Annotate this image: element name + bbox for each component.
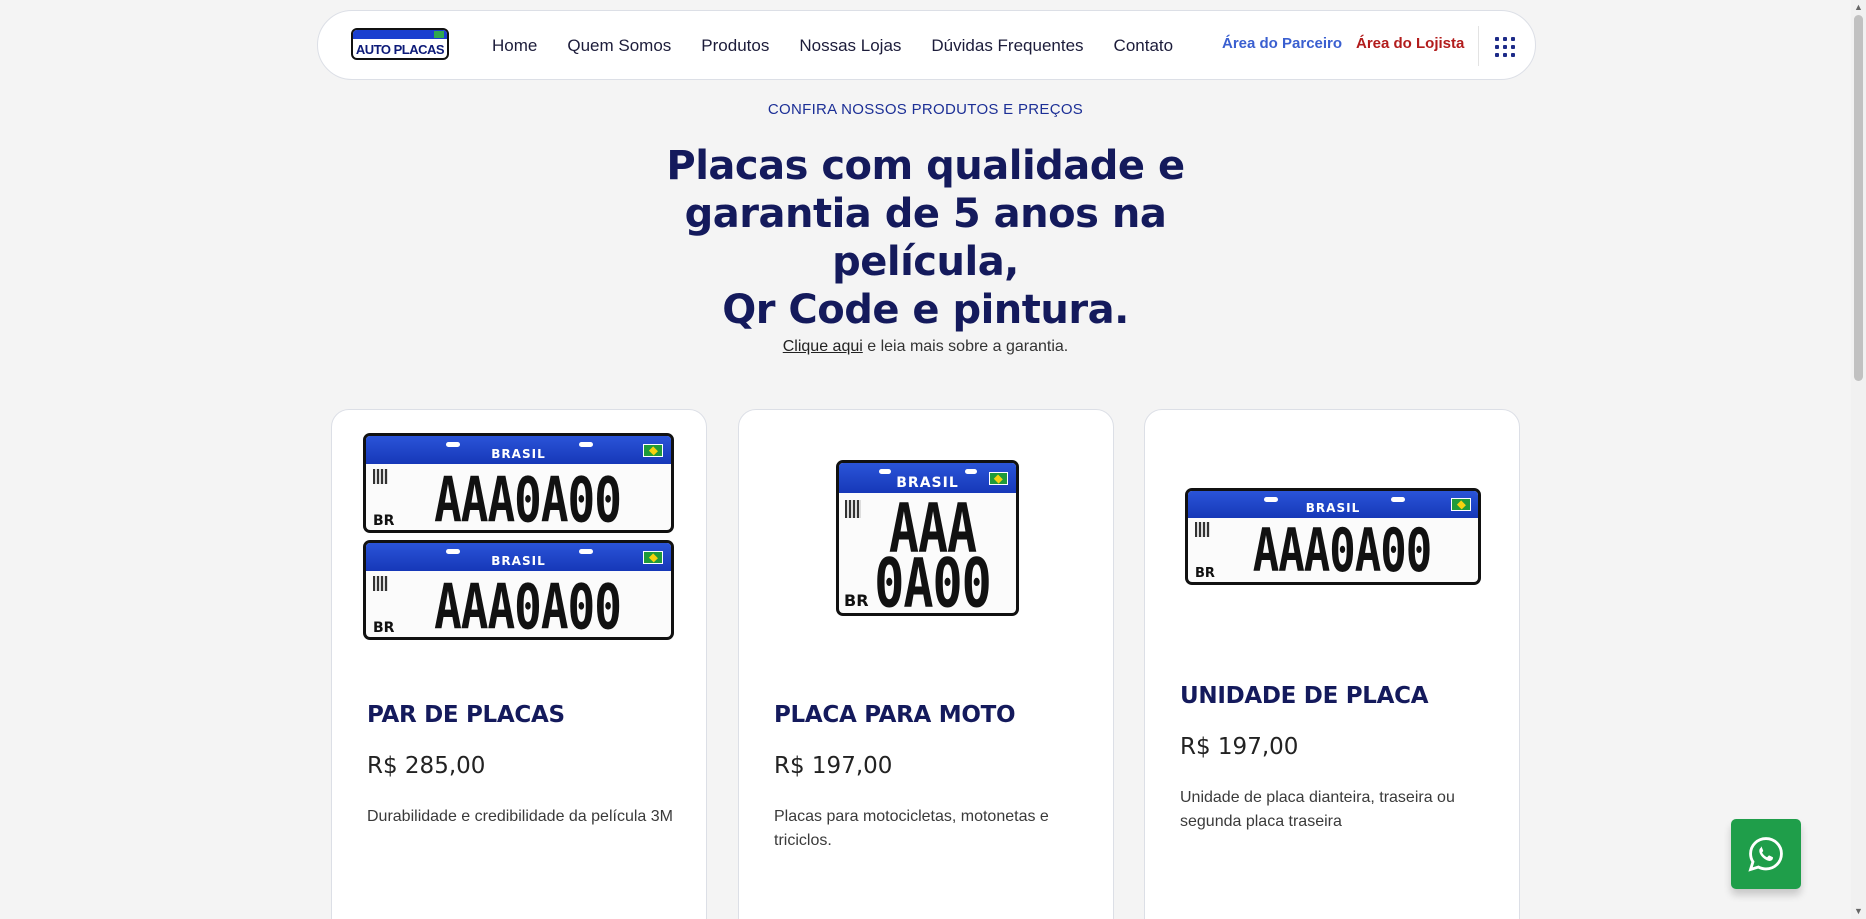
product-description: Placas para motocicletas, motonetas e tr… [774,808,1049,849]
plate-code: AAA0A00 [434,463,622,533]
plate-flag [643,444,663,457]
scroll-down-arrow-icon[interactable]: ▼ [1851,904,1866,919]
page-title: Placas com qualidade e garantia de 5 ano… [600,142,1251,334]
title-line-1: Placas com qualidade e [666,143,1185,189]
product-card-par-de-placas[interactable]: BRASIL BR AAA0A00 BRASIL BR AAA0A00 PAR … [331,409,707,919]
plate-image: BRASIL BR AAA 0A00 [836,460,1019,616]
product-description: Unidade de placa dianteira, traseira ou … [1180,789,1455,830]
plate-country: BRASIL [491,447,546,461]
logo-blue-band [353,30,447,39]
plate-flag [989,472,1008,485]
logo-text: AUTO PLACAS [355,42,445,57]
plate-image: BRASIL BR AAA0A00 [363,540,674,640]
scrollbar-thumb[interactable] [1854,15,1863,381]
product-title: PAR DE PLACAS [367,702,565,728]
product-card-unidade-de-placa[interactable]: BRASIL BR AAA0A00 UNIDADE DE PLACA R$ 19… [1144,409,1520,919]
plate-flag [643,551,663,564]
area-parceiro-link[interactable]: Área do Parceiro [1222,35,1342,52]
navbar: AUTO PLACAS Home Quem Somos Produtos Nos… [317,10,1536,80]
product-price: R$ 197,00 [774,753,893,779]
warranty-link[interactable]: Clique aqui [783,338,863,355]
logo-flag [434,31,444,38]
plate-slot [965,469,977,474]
plate-slot [879,469,891,474]
product-title: PLACA PARA MOTO [774,702,1016,728]
whatsapp-button[interactable] [1731,819,1801,889]
nav-links: Home Quem Somos Produtos Nossas Lojas Dú… [492,11,1203,81]
area-lojista-link[interactable]: Área do Lojista [1356,35,1464,52]
grid-icon[interactable] [1495,37,1515,57]
plate-code: AAA0A00 [1252,516,1432,585]
nav-duvidas-frequentes[interactable]: Dúvidas Frequentes [931,36,1083,56]
plate-country: BRASIL [491,554,546,568]
nav-produtos[interactable]: Produtos [701,36,769,56]
section-eyebrow: CONFIRA NOSSOS PRODUTOS E PREÇOS [767,101,1084,118]
product-description: Durabilidade e credibilidade da película… [367,808,673,825]
product-price: R$ 197,00 [1180,734,1299,760]
warranty-text: Clique aqui e leia mais sobre a garantia… [0,338,1851,356]
nav-divider [1478,26,1479,66]
title-line-2: garantia de 5 anos na película, [684,191,1167,285]
plate-code-line-2: 0A00 [874,544,991,616]
product-title: UNIDADE DE PLACA [1180,683,1429,709]
title-line-3: Qr Code e pintura. [722,287,1129,333]
plate-code: AAA0A00 [434,570,622,640]
plate-image: BRASIL BR AAA0A00 [363,433,674,533]
whatsapp-icon [1748,837,1783,872]
nav-home[interactable]: Home [492,36,537,56]
scroll-up-arrow-icon[interactable]: ▲ [1851,0,1866,15]
nav-quem-somos[interactable]: Quem Somos [567,36,671,56]
plate-country: BRASIL [1305,501,1361,515]
warranty-sub-text: e leia mais sobre a garantia. [862,338,1069,355]
nav-contato[interactable]: Contato [1114,36,1174,56]
product-card-placa-para-moto[interactable]: BRASIL BR AAA 0A00 PLACA PARA MOTO R$ 19… [738,409,1114,919]
plate-flag [1451,498,1471,511]
page-scrollbar[interactable]: ▲ ▼ [1851,0,1866,919]
auto-placas-logo[interactable]: AUTO PLACAS [351,28,449,60]
nav-nossas-lojas[interactable]: Nossas Lojas [799,36,901,56]
plate-image: BRASIL BR AAA0A00 [1185,488,1481,585]
product-price: R$ 285,00 [367,753,486,779]
